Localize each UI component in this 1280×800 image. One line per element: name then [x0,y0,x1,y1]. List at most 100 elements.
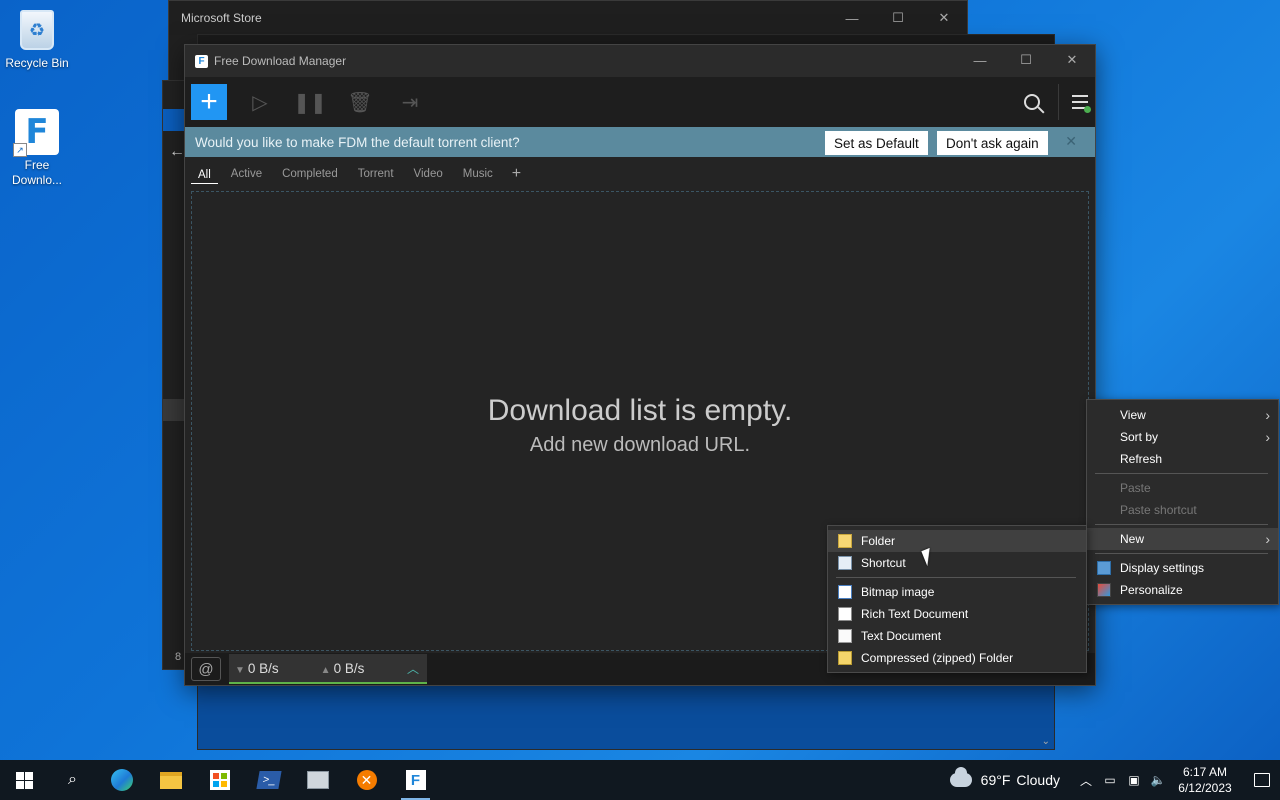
submenu-item-zip-folder[interactable]: Compressed (zipped) Folder [828,647,1086,669]
powershell-icon: >_ [255,771,282,789]
notifications-button[interactable] [1244,760,1280,800]
show-hidden-icons-button[interactable]: ︿ [1074,772,1098,789]
zip-folder-icon [838,651,852,665]
window-title: Free Download Manager [214,54,347,68]
submenu-item-shortcut[interactable]: Shortcut [828,552,1086,574]
taskbar-edge[interactable] [97,760,146,800]
network-icon[interactable]: ▣ [1122,773,1146,787]
add-icon: + [200,85,218,118]
tab-completed[interactable]: Completed [275,164,345,184]
taskbar-search-button[interactable]: ⌕ [48,760,97,800]
fdm-toolbar: + ▷ ❚❚ 🗑 ⇥ [185,77,1095,127]
chevron-up-icon[interactable]: ︿ [407,660,419,677]
menu-item-paste-shortcut: Paste shortcut [1120,503,1197,517]
personalize-icon [1097,583,1111,597]
banner-message: Would you like to make FDM the default t… [195,134,520,150]
bitmap-icon [838,585,852,599]
cloud-icon [949,767,972,787]
clock[interactable]: 6:17 AM 6/12/2023 [1178,764,1232,796]
display-settings-icon [1097,561,1111,575]
windows-logo-icon [15,771,33,789]
delete-button[interactable]: 🗑 [335,84,385,120]
maximize-button[interactable]: ☐ [875,1,921,35]
submenu-item-rich-text[interactable]: Rich Text Document [828,603,1086,625]
taskbar-app[interactable] [293,760,342,800]
close-button[interactable]: ✕ [1049,45,1095,75]
tab-video[interactable]: Video [407,164,450,184]
snail-mode-button[interactable]: @ [191,657,221,681]
app-icon [306,771,329,789]
menu-item-personalize[interactable]: Personalize [1087,579,1278,601]
menu-item-new[interactable]: New › [1087,528,1278,550]
menu-item-sort-by[interactable]: Sort by › [1087,426,1278,448]
clock-time: 6:17 AM [1182,765,1228,779]
menu-item-refresh[interactable]: Refresh [1087,448,1278,470]
tab-music[interactable]: Music [456,164,500,184]
upload-arrow-icon: ▲ [320,664,331,676]
download-arrow-icon: ▼ [235,664,245,676]
search-icon [1024,94,1040,110]
folder-move-icon: ⇥ [401,91,419,114]
taskbar-xampp[interactable]: ✕ [342,760,391,800]
tab-all[interactable]: All [191,165,218,184]
menu-separator [836,577,1076,578]
taskbar-powershell[interactable]: >_ [244,760,293,800]
maximize-button[interactable]: ☐ [1003,45,1049,75]
tray-app-icon[interactable]: ▭ [1098,773,1122,787]
clock-date: 6/12/2023 [1178,781,1232,795]
banner-close-icon[interactable]: ✕ [1065,133,1077,150]
tab-active[interactable]: Active [224,164,269,184]
window-header-band [163,109,185,131]
volume-muted-icon[interactable]: 🔈 [1146,773,1170,787]
start-button[interactable] [0,760,48,800]
dont-ask-again-button[interactable]: Don't ask again [937,131,1048,155]
upload-speed: 0 B/s [333,660,365,676]
empty-list-title: Download list is empty. [487,393,793,427]
submenu-item-bitmap[interactable]: Bitmap image [828,581,1086,603]
pause-button[interactable]: ❚❚ [285,84,335,120]
move-button[interactable]: ⇥ [385,84,435,120]
set-as-default-button[interactable]: Set as Default [825,131,928,155]
tab-torrent[interactable]: Torrent [351,164,401,184]
minimize-button[interactable]: — [957,45,1003,75]
taskbar-file-explorer[interactable] [146,760,195,800]
desktop-icon-recycle-bin[interactable]: Recycle Bin [1,8,73,70]
weather-widget[interactable]: 69°F Cloudy [949,767,1060,788]
store-icon [209,770,230,790]
add-download-button[interactable]: + [191,84,227,120]
resume-button[interactable]: ▷ [235,84,285,120]
text-document-icon [838,629,852,643]
submenu-item-text-document[interactable]: Text Document [828,625,1086,647]
fdm-app-icon: F [195,54,208,68]
taskbar-fdm[interactable]: F [391,760,440,800]
minimize-button[interactable]: — [829,1,875,35]
scroll-down-icon[interactable]: ⌄ [1042,736,1050,747]
chevron-right-icon: › [1265,429,1270,445]
pause-icon: ❚❚ [293,91,327,114]
weather-condition: Cloudy [1016,772,1060,788]
weather-temp: 69°F [980,772,1011,788]
taskbar-store[interactable] [195,760,244,800]
desktop-icon-fdm[interactable]: F ↗ Free Downlo... [1,109,73,188]
back-arrow-icon[interactable]: ← [169,143,185,161]
submenu-item-folder[interactable]: Folder [828,530,1086,552]
taskbar: ⌕ >_ ✕ F 69°F Cloudy ︿ ▭ ▣ 🔈 6:17 AM 6/1… [0,760,1280,800]
chevron-right-icon: › [1265,531,1270,547]
menu-item-view[interactable]: View › [1087,404,1278,426]
recycle-bin-icon [15,8,59,52]
xampp-icon: ✕ [356,770,377,790]
add-tab-icon[interactable]: + [506,165,527,183]
menu-separator [1095,524,1268,525]
speed-panel[interactable]: ▼ 0 B/s ▲ 0 B/s ︿ [229,654,427,684]
fdm-shortcut-icon: F ↗ [13,109,59,157]
search-button[interactable] [1012,77,1052,127]
close-button[interactable]: ✕ [921,1,967,35]
new-submenu: Folder Shortcut Bitmap image Rich Text D… [827,525,1087,673]
empty-list-subtitle[interactable]: Add new download URL. [530,434,750,457]
fdm-titlebar[interactable]: F Free Download Manager — ☐ ✕ [185,45,1095,77]
menu-item-display-settings[interactable]: Display settings [1087,557,1278,579]
desktop-icon-label: Recycle Bin [5,56,69,70]
fdm-icon: F [405,770,426,790]
main-menu-button[interactable] [1065,77,1095,127]
background-window-edge[interactable]: ← 8 [162,80,186,670]
